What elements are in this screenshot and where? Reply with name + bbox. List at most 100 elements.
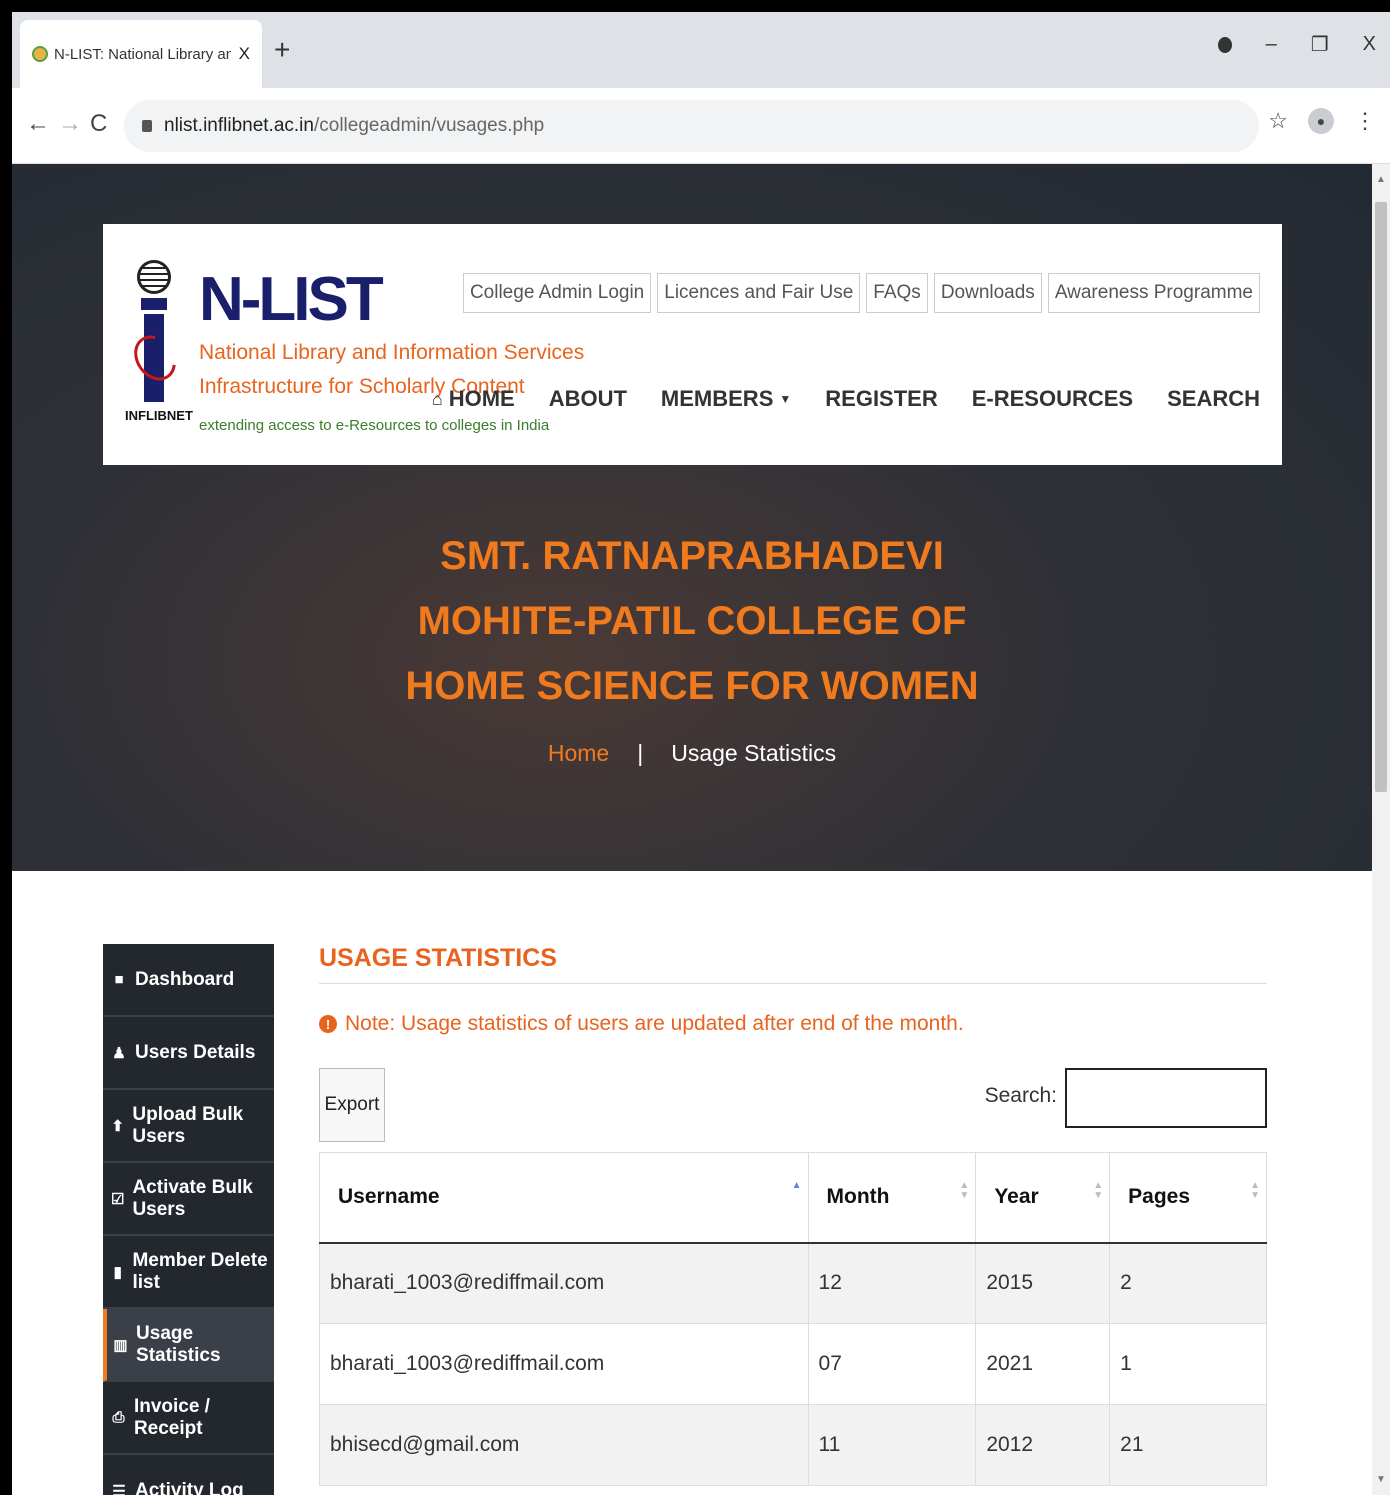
cell-year: 2012 [975,1404,1111,1486]
search-label: Search: [984,1084,1057,1107]
sidebar-item-upload-bulk-users[interactable]: ⬆ Upload Bulk Users [103,1090,274,1163]
column-header-pages[interactable]: Pages ▲ ▼ [1109,1152,1267,1244]
export-button[interactable]: Export [319,1068,385,1142]
admin-sidebar: ■ Dashboard ♟ Users Details ⬆ Upload Bulk U… [103,944,274,1495]
tab-bar: N-LIST: National Library and Info X + – … [12,12,1390,88]
college-admin-login-link[interactable]: College Admin Login [462,273,652,313]
close-tab-icon[interactable]: X [239,44,250,64]
breadcrumb-home[interactable]: Home [548,740,609,766]
cell-month: 07 [807,1323,977,1405]
logo-caption: INFLIBNET [125,408,193,423]
scroll-down-icon[interactable]: ▼ [1376,1474,1386,1485]
sidebar-item-member-delete-list[interactable]: ▮ Member Delete list [103,1236,274,1309]
column-header-month[interactable]: Month ▲ ▼ [807,1152,977,1244]
address-bar: ← → C nlist.inflibnet.ac.in/collegeadmin… [12,88,1390,164]
main-content: USAGE STATISTICS ! Note: Usage statistic… [319,944,1267,1486]
cell-year: 2021 [975,1323,1111,1405]
page-scrollbar[interactable]: ▲ ▼ [1372,164,1390,1495]
downloads-link[interactable]: Downloads [933,273,1042,313]
sidebar-item-users-details[interactable]: ♟ Users Details [103,1017,274,1090]
minimize-icon[interactable]: – [1266,33,1277,56]
inflibnet-logo[interactable]: INFLIBNET [125,260,193,440]
cell-pages: 2 [1109,1242,1267,1324]
url-host: nlist.inflibnet.ac.in [164,115,314,136]
nav-home[interactable]: ⌂ HOME [432,386,515,412]
extension-icon[interactable] [1217,36,1232,53]
site-header: INFLIBNET N-LIST National Library and In… [103,224,1282,465]
dashboard-icon: ■ [114,971,124,988]
nav-search[interactable]: SEARCH [1167,386,1260,412]
breadcrumb-current: Usage Statistics [671,740,837,766]
cell-username: bharati_1003@rediffmail.com [319,1242,809,1324]
main-nav: ⌂ HOME ABOUT MEMBERS ▼ REGISTER E-RESOURCE… [432,386,1260,412]
table-row: bharati_1003@rediffmail.com 07 2021 1 [319,1323,1267,1405]
close-window-icon[interactable]: X [1363,33,1376,56]
sort-asc-icon: ▲ [791,1180,802,1191]
reload-icon[interactable]: C [90,110,107,138]
page-title: USAGE STATISTICS [319,944,1267,984]
users-icon: ♟ [112,1044,126,1062]
back-icon[interactable]: ← [26,110,50,138]
browser-window: N-LIST: National Library and Info X + – … [12,12,1390,1495]
faqs-link[interactable]: FAQs [866,273,928,313]
cell-username: bhisecd@gmail.com [319,1404,809,1486]
nav-register[interactable]: REGISTER [825,386,937,412]
licences-link[interactable]: Licences and Fair Use [657,273,861,313]
menu-kebab-icon[interactable]: ⋮ [1354,108,1376,134]
usage-note: ! Note: Usage statistics of users are up… [319,1012,1267,1036]
table-row: bhisecd@gmail.com 11 2012 21 [319,1404,1267,1486]
sidebar-item-dashboard[interactable]: ■ Dashboard [103,944,274,1017]
forward-icon[interactable]: → [58,110,82,138]
sidebar-item-usage-statistics[interactable]: ▥ Usage Statistics [103,1309,274,1382]
sidebar-item-activity-log[interactable]: ☰ Activity Log [103,1455,274,1495]
brand-tagline: extending access to e-Resources to colle… [199,417,550,434]
nav-members[interactable]: MEMBERS ▼ [661,386,791,412]
upload-icon: ⬆ [111,1117,124,1135]
brand-subtitle-1: National Library and Information Service… [199,341,585,364]
nav-e-resources[interactable]: E-RESOURCES [972,386,1133,412]
chart-icon: ▥ [113,1336,128,1354]
tab-title: N-LIST: National Library and Info [54,45,231,63]
cell-year: 2015 [975,1242,1111,1324]
restore-icon[interactable]: ❐ [1311,32,1329,57]
breadcrumb: Home | Usage Statistics [12,740,1372,767]
nav-about[interactable]: ABOUT [549,386,627,412]
page-viewport: INFLIBNET N-LIST National Library and In… [12,164,1372,1495]
breadcrumb-separator: | [637,740,644,766]
awareness-programme-link[interactable]: Awareness Programme [1047,273,1260,313]
new-tab-icon[interactable]: + [274,34,290,66]
cell-month: 11 [807,1404,977,1486]
hero-banner: INFLIBNET N-LIST National Library and In… [12,164,1372,871]
sidebar-item-invoice-receipt[interactable]: ⎙ Invoice / Receipt [103,1382,274,1455]
scroll-thumb[interactable] [1375,202,1387,792]
bookmark-star-icon[interactable]: ☆ [1268,108,1288,134]
list-icon: ☰ [112,1482,126,1495]
sort-icon: ▲ ▼ [959,1180,970,1201]
browser-tab[interactable]: N-LIST: National Library and Info X [20,20,262,88]
top-links: College Admin Login Licences and Fair Us… [462,273,1260,313]
globe-icon [137,260,171,294]
cell-month: 12 [807,1242,977,1324]
usage-table: Username ▲ Month ▲ ▼ Year ▲ ▼ Pages ▲ ▼ bharati… [319,1152,1267,1486]
profile-icon[interactable]: ● [1308,108,1334,134]
cell-pages: 1 [1109,1323,1267,1405]
caret-down-icon: ▼ [779,392,792,406]
home-icon: ⌂ [431,388,443,409]
cell-pages: 21 [1109,1404,1267,1486]
cell-username: bharati_1003@rediffmail.com [319,1323,809,1405]
sidebar-item-activate-bulk-users[interactable]: ☑ Activate Bulk Users [103,1163,274,1236]
search-input[interactable] [1065,1068,1267,1128]
column-header-year[interactable]: Year ▲ ▼ [975,1152,1111,1244]
url-input[interactable]: nlist.inflibnet.ac.in/collegeadmin/vusag… [124,100,1259,152]
brand-title: N-LIST [199,265,384,334]
print-icon: ⎙ [112,1409,125,1426]
scroll-up-icon[interactable]: ▲ [1376,174,1386,185]
favicon-icon [32,46,48,62]
lock-icon [142,120,152,132]
window-controls: – ❐ X [1217,32,1376,57]
check-icon: ☑ [111,1190,125,1208]
table-row: bharati_1003@rediffmail.com 12 2015 2 [319,1242,1267,1324]
column-header-username[interactable]: Username ▲ [319,1152,809,1244]
trash-icon: ▮ [113,1263,122,1281]
sort-icon: ▲ ▼ [1093,1180,1104,1201]
